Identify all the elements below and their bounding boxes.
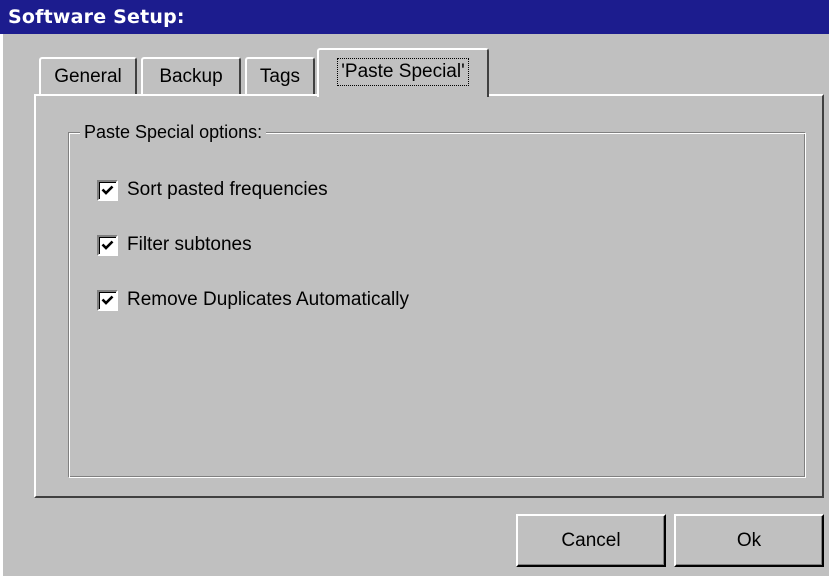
tab-paste-special[interactable]: 'Paste Special': [317, 48, 489, 97]
window-left-edge: [0, 34, 3, 576]
checkmark-icon: [101, 185, 114, 195]
remove-duplicates-checkbox[interactable]: Remove Duplicates Automatically: [97, 288, 409, 312]
filter-subtones-checkbox[interactable]: Filter subtones: [97, 233, 252, 257]
tab-backup-label: Backup: [159, 66, 223, 87]
sort-pasted-frequencies-checkbox[interactable]: Sort pasted frequencies: [97, 178, 328, 202]
checkbox-box[interactable]: [97, 179, 118, 201]
tab-tags-label: Tags: [259, 66, 301, 87]
checkbox-label: Remove Duplicates Automatically: [127, 289, 409, 310]
tab-panel-paste-special: Paste Special options: Sort pasted frequ…: [34, 94, 824, 498]
checkbox-label: Sort pasted frequencies: [127, 179, 328, 200]
tab-tags[interactable]: Tags: [245, 57, 315, 95]
window-title: Software Setup:: [0, 0, 829, 34]
ok-button[interactable]: Ok: [674, 514, 824, 567]
checkmark-icon: [101, 240, 114, 250]
tab-general-label: General: [54, 66, 122, 87]
checkbox-box[interactable]: [97, 234, 118, 256]
checkmark-icon: [101, 295, 114, 305]
paste-special-options-group: Paste Special options: Sort pasted frequ…: [68, 121, 806, 478]
checkbox-label: Filter subtones: [127, 234, 252, 255]
checkbox-box[interactable]: [97, 289, 118, 311]
tab-backup[interactable]: Backup: [141, 57, 241, 95]
group-title: Paste Special options:: [80, 121, 267, 143]
cancel-button[interactable]: Cancel: [516, 514, 666, 567]
tab-general[interactable]: General: [39, 57, 137, 95]
tab-paste-special-label: 'Paste Special': [337, 58, 469, 86]
